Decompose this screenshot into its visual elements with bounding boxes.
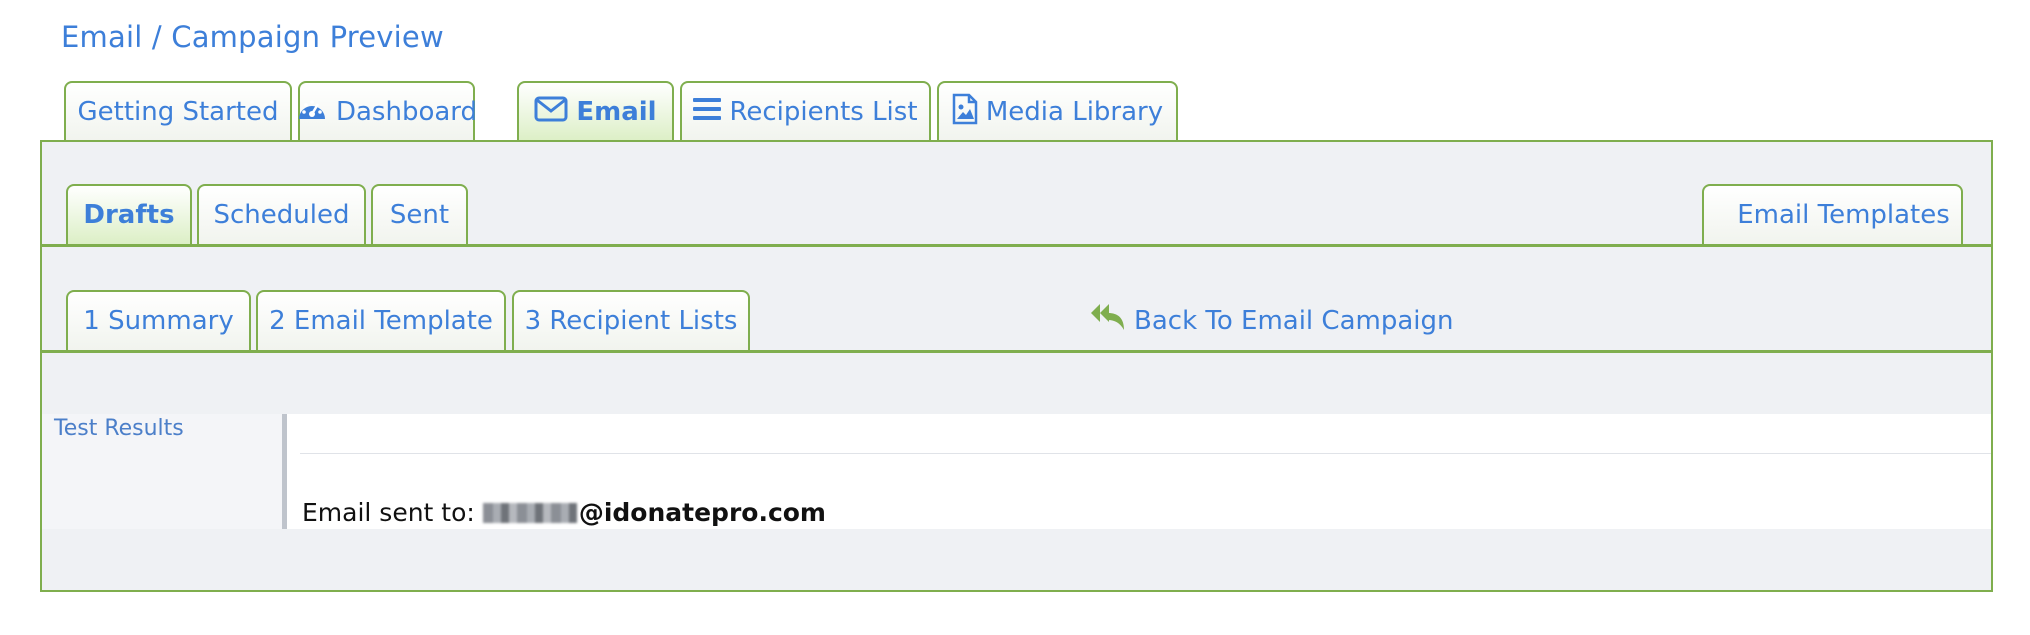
tab-step-email-template[interactable]: 2 Email Template [256,290,506,350]
tab-label: Drafts [83,200,175,230]
column-divider [282,414,287,529]
back-link-label: Back To Email Campaign [1134,305,1454,336]
email-sent-message: Email sent to: @idonatepro.com [302,498,826,527]
tab-sent[interactable]: Sent [371,184,468,244]
tab-label: 2 Email Template [269,306,493,336]
tab-label: Dashboard [335,97,478,127]
sub-tab-divider [40,244,1993,247]
tab-dashboard[interactable]: Dashboard [296,81,478,141]
image-file-icon [952,93,978,132]
email-domain: @idonatepro.com [578,498,826,527]
tab-drafts[interactable]: Drafts [66,184,192,244]
tab-email-templates[interactable]: Email Templates [1702,184,1963,244]
step-tab-divider [40,350,1993,353]
tab-media-library[interactable]: Media Library [937,81,1178,141]
tab-label: Recipients List [729,97,918,127]
content-separator [300,453,1991,454]
tab-label: Scheduled [213,200,350,230]
list-icon [693,97,722,128]
tab-step-recipient-lists[interactable]: 3 Recipient Lists [512,290,750,350]
envelope-icon [534,96,568,129]
tab-label: Email Templates [1737,200,1950,230]
tab-label: 1 Summary [83,306,234,336]
tab-label: Sent [389,200,450,230]
tab-label: Email [576,97,657,127]
page-title: Email / Campaign Preview [61,20,444,54]
tab-getting-started[interactable]: Getting Started [64,81,292,141]
tab-label: Media Library [985,97,1164,127]
reply-all-icon [1090,302,1126,339]
back-to-campaign-link[interactable]: Back To Email Campaign [1090,302,1453,339]
test-results-label-column: Test Results [42,414,282,529]
dashboard-gauge-icon [296,95,328,130]
redacted-email-user [482,502,577,523]
tab-step-summary[interactable]: 1 Summary [66,290,251,350]
tab-email[interactable]: Email [517,81,674,141]
test-results-section: Test Results Email sent to: @idonatepro.… [42,414,1991,529]
tab-scheduled[interactable]: Scheduled [197,184,366,244]
tab-label: Getting Started [77,97,279,127]
tab-recipients-list[interactable]: Recipients List [680,81,931,141]
test-results-label: Test Results [54,416,184,441]
tab-label: 3 Recipient Lists [524,306,738,336]
email-sent-prefix: Email sent to: [302,498,475,527]
